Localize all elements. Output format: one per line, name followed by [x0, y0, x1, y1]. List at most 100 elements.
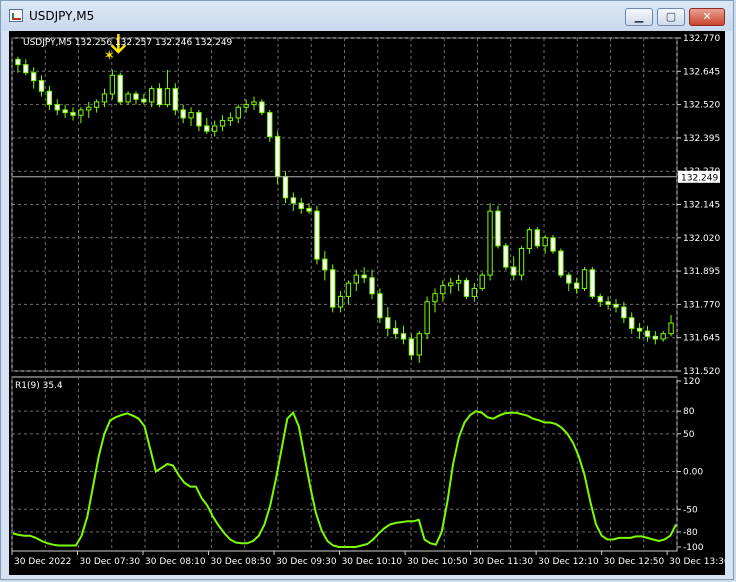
candle-bullish	[227, 117, 234, 122]
candle-bullish	[353, 274, 359, 284]
chart-canvas-area[interactable]: ✶ 132.770132.645132.520132.395132.270132…	[9, 31, 725, 575]
candle-bearish	[503, 245, 509, 268]
price-tick-label: 132.395	[683, 134, 720, 144]
candle-bullish	[479, 274, 485, 289]
candle-bullish	[542, 237, 548, 247]
time-tick-label: 30 Dec 08:10	[145, 557, 206, 567]
candle-bearish	[621, 306, 627, 319]
candle-bearish	[23, 64, 29, 74]
candle-bullish	[125, 93, 131, 103]
price-tick-label: 131.645	[683, 334, 720, 344]
candle-bullish	[440, 285, 446, 295]
candle-bullish	[668, 322, 674, 335]
candle-bullish	[149, 88, 155, 103]
chart-grid	[11, 37, 678, 552]
rsi-tick-label: 50	[683, 430, 695, 440]
candle-bearish	[361, 274, 367, 279]
candle-bearish	[573, 282, 580, 289]
candle-bearish	[629, 317, 635, 329]
price-tick-label: 132.145	[683, 201, 720, 211]
candle-bullish	[337, 295, 344, 308]
candle-bearish	[204, 125, 210, 132]
rsi-header: R1(9) 35.4	[15, 381, 63, 391]
candle-bullish	[581, 269, 588, 289]
time-tick-label: 30 Dec 13:30	[669, 557, 725, 567]
candle-bearish	[314, 210, 320, 260]
axis-layer: 132.770132.645132.520132.395132.270132.1…	[11, 34, 725, 567]
time-tick-label: 30 Dec 10:10	[342, 557, 403, 567]
time-tick-label: 30 Dec 12:50	[604, 557, 665, 567]
time-tick-label: 30 Dec 09:30	[276, 557, 337, 567]
candle-bearish	[54, 104, 60, 111]
main-chart-header: USDJPY,M5 132.256 132.257 132.246 132.24…	[23, 38, 233, 48]
time-tick-label: 30 Dec 12:10	[538, 557, 599, 567]
candle-bullish	[416, 333, 422, 356]
rsi-tick-label: -100	[683, 543, 704, 553]
candle-bearish	[70, 112, 76, 116]
window-title: USDJPY,M5	[29, 9, 95, 23]
price-tick-label: 131.770	[683, 300, 720, 310]
candle-bearish	[306, 207, 312, 212]
candle-bullish	[188, 112, 194, 119]
candle-bullish	[487, 210, 493, 276]
close-button[interactable]: ✕	[689, 8, 725, 26]
candle-bearish	[644, 330, 651, 337]
candle-bearish	[636, 327, 643, 332]
price-tick-label: 131.520	[683, 367, 720, 377]
candle-bearish	[408, 338, 415, 356]
candle-bearish	[133, 93, 139, 100]
candle-bullish	[109, 74, 116, 95]
candle-bearish	[38, 80, 45, 92]
rsi-tick-label: 0.00	[683, 468, 703, 478]
candle-bullish	[211, 125, 218, 132]
price-tick-label: 132.770	[683, 34, 720, 44]
candle-bearish	[392, 327, 399, 335]
candle-bullish	[235, 106, 241, 119]
candle-bullish	[251, 101, 257, 106]
candle-bullish	[471, 287, 478, 297]
candle-bullish	[424, 301, 430, 335]
candle-bearish	[62, 109, 68, 114]
candle-bullish	[345, 282, 352, 297]
candle-bullish	[432, 293, 438, 303]
candle-bullish	[164, 88, 171, 106]
minimize-button[interactable]: ▁	[625, 8, 653, 26]
candle-bearish	[31, 72, 37, 82]
candle-bearish	[597, 295, 603, 303]
candle-bearish	[385, 317, 391, 329]
candle-bullish	[243, 104, 249, 108]
window-titlebar[interactable]: USDJPY,M5 ▁ ▢ ✕	[1, 1, 733, 31]
chart-window-icon	[9, 9, 23, 22]
candle-bullish	[219, 120, 226, 127]
candle-bearish	[46, 90, 53, 106]
time-tick-label: 30 Dec 11:30	[473, 557, 534, 567]
candle-bearish	[330, 269, 336, 308]
candle-bearish	[141, 98, 147, 103]
candle-bearish	[589, 269, 596, 297]
maximize-button[interactable]: ▢	[657, 8, 685, 26]
candle-bearish	[534, 229, 540, 247]
price-tick-label: 132.020	[683, 234, 720, 244]
candle-bearish	[290, 197, 297, 204]
candle-bearish	[652, 335, 658, 340]
candle-bullish	[93, 101, 100, 108]
candle-bearish	[495, 210, 501, 247]
time-tick-label: 30 Dec 08:50	[211, 557, 272, 567]
price-chart-svg[interactable]: ✶ 132.770132.645132.520132.395132.270132…	[9, 31, 725, 575]
price-tick-label: 132.645	[683, 67, 720, 77]
candle-bullish	[86, 106, 92, 111]
candle-bearish	[566, 274, 572, 284]
signal-star-icon: ✶	[103, 48, 115, 64]
candle-bearish	[369, 277, 375, 295]
candle-bearish	[550, 237, 556, 252]
time-tick-label: 30 Dec 07:30	[80, 557, 141, 567]
rsi-tick-label: -80	[683, 528, 698, 538]
candle-bearish	[613, 303, 619, 308]
candle-bearish	[511, 266, 517, 276]
candle-bearish	[322, 258, 328, 271]
candle-bullish	[455, 279, 462, 284]
candle-bullish	[101, 93, 108, 103]
candle-bearish	[156, 88, 163, 106]
candle-bullish	[526, 229, 533, 249]
candle-bearish	[463, 279, 470, 297]
